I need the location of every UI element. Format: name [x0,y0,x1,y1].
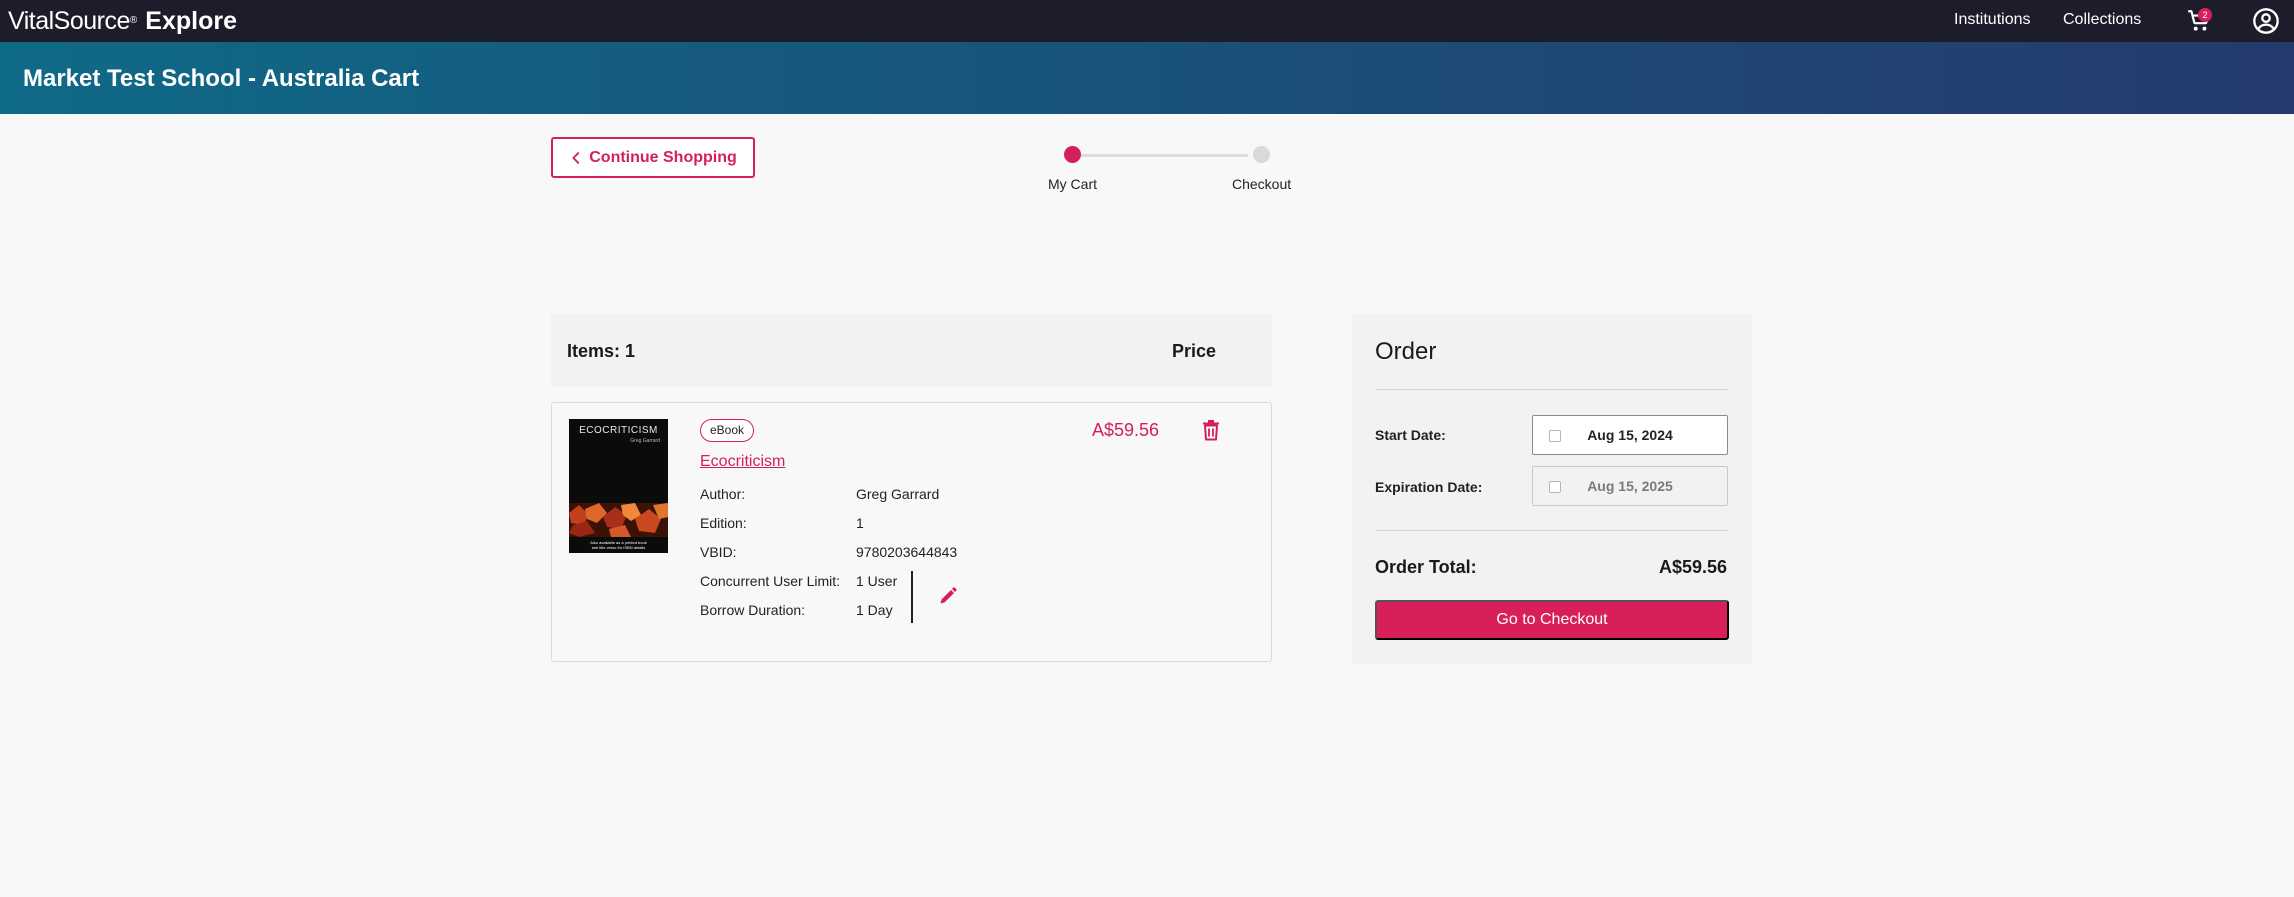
brand-logo[interactable]: VitalSource® Explore [8,6,237,36]
step-label-checkout: Checkout [1232,176,1292,192]
step-label-my-cart: My Cart [1048,176,1097,192]
author-value: Greg Garrard [856,486,940,502]
brand-trademark: ® [129,15,138,26]
cart-item: ECOCRITICISM Greg Garrard Also available… [551,402,1272,662]
continue-shopping-button[interactable]: Continue Shopping [551,137,755,178]
brand-name: VitalSource [8,7,130,35]
edit-pencil-icon[interactable] [938,586,958,606]
license-divider [911,571,913,623]
edition-label: Edition: [700,515,747,531]
page-title: Market Test School - Australia Cart [23,65,420,92]
expiration-date-value: Aug 15, 2025 [1587,478,1673,494]
cart-count-badge: 2 [2198,8,2212,22]
borrow-duration-label: Borrow Duration: [700,602,806,618]
go-to-checkout-button[interactable]: Go to Checkout [1375,600,1729,640]
book-cover-image[interactable]: ECOCRITICISM Greg Garrard Also available… [569,419,668,553]
item-price: A$59.56 [1092,420,1160,440]
start-date-field[interactable]: Aug 15, 2024 [1532,415,1728,455]
order-total-value: A$59.56 [1659,557,1728,577]
cart-items-header: Items: 1 Price [551,314,1272,387]
expiration-date-field: Aug 15, 2025 [1532,466,1728,506]
author-label: Author: [700,486,746,502]
top-nav: VitalSource® Explore Institutions Collect… [0,0,2294,42]
price-column-header: Price [1172,341,1217,361]
order-divider-bottom [1375,530,1729,531]
trash-icon[interactable] [1201,419,1221,441]
format-badge: eBook [700,419,755,442]
cover-author: Greg Garrard [630,438,660,444]
user-limit-label: Concurrent User Limit: [700,573,841,589]
vbid-value: 9780203644843 [856,544,958,560]
book-title-link[interactable]: Ecocriticism [700,452,785,472]
step-dot-checkout [1253,146,1270,163]
edition-value: 1 [856,515,864,531]
cover-title: ECOCRITICISM [579,425,658,436]
nav-link-institutions[interactable]: Institutions [1954,10,2030,30]
order-total-label: Order Total: [1375,557,1477,577]
page-header-band: Market Test School - Australia Cart [0,42,2294,114]
expiration-date-label: Expiration Date: [1375,479,1483,495]
chevron-left-icon [572,151,580,164]
borrow-duration-value: 1 Day [856,602,893,618]
order-title: Order [1375,338,1437,365]
account-circle-icon[interactable] [2252,7,2280,35]
stepper-track [1080,154,1248,157]
vbid-label: VBID: [700,544,737,560]
nav-link-collections[interactable]: Collections [2063,10,2141,30]
order-divider-top [1375,389,1729,390]
cover-footer: Also available as a printed book see tit… [569,540,668,550]
start-date-label: Start Date: [1375,427,1446,443]
start-date-value: Aug 15, 2024 [1587,427,1673,443]
user-limit-value: 1 User [856,573,898,589]
items-count: Items: 1 [567,341,636,361]
continue-shopping-label: Continue Shopping [589,148,737,166]
cover-leaves-art [569,503,668,537]
step-dot-my-cart [1064,146,1081,163]
brand-product: Explore [145,7,237,35]
order-summary-panel: Order Start Date: Aug 15, 2024 Expiratio… [1352,314,1752,664]
cover-footer-line-2: see title verso for ISBN details [591,545,646,550]
